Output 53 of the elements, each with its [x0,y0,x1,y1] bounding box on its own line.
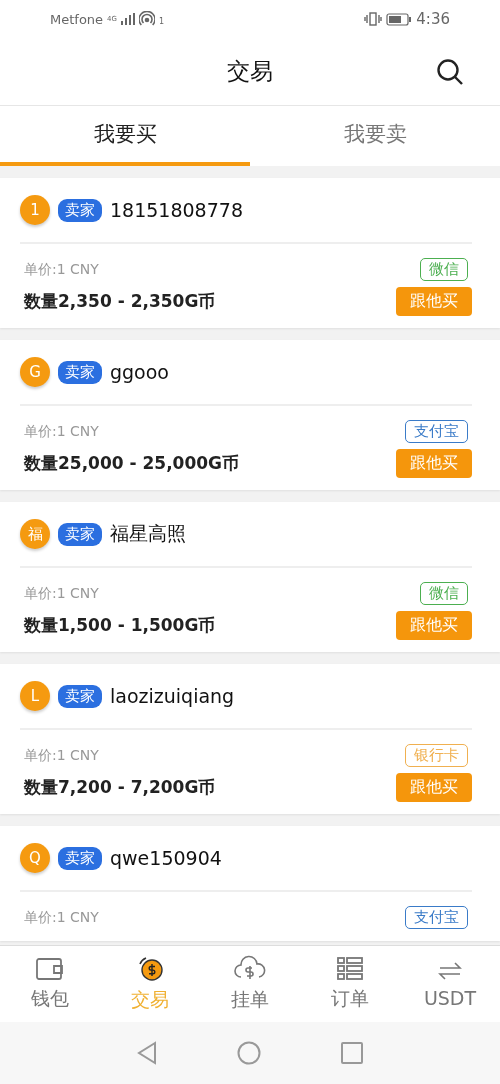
hotspot-icon [139,11,155,27]
signal-icon [121,13,135,25]
seller-name: qwe150904 [110,847,222,869]
seller-name: 福星高照 [110,521,186,546]
unit-price: 单价:1 CNY [24,422,100,441]
payment-tag: 支付宝 [405,420,468,443]
seller-badge: 卖家 [58,522,102,546]
avatar: 1 [20,195,50,225]
avatar: L [20,681,50,711]
recents-icon[interactable] [341,1042,363,1064]
carrier-name: Metfone [50,11,104,27]
avatar: Q [20,843,50,873]
hotspot-count: 1 [159,17,165,26]
payment-tag: 银行卡 [405,744,468,767]
home-icon[interactable] [237,1041,261,1065]
avatar: G [20,357,50,387]
seller-badge: 卖家 [58,684,102,708]
buy-button[interactable]: 跟他买 [396,611,472,640]
seller-name: 18151808778 [110,199,243,221]
nav-tab[interactable]: 钱包 [0,946,100,1022]
quantity-range: 数量7,200 - 7,200G币 [24,776,217,799]
avatar: 福 [20,519,50,549]
page-title: 交易 [227,57,273,86]
payment-tag: 微信 [420,582,468,605]
wallet-icon [35,956,65,982]
seller-badge: 卖家 [58,198,102,222]
seller-name: ggooo [110,361,169,383]
unit-price: 单价:1 CNY [24,908,100,927]
nav-tab[interactable]: 订单 [300,946,400,1022]
seller-badge: 卖家 [58,360,102,384]
quantity-range: 数量25,000 - 25,000G币 [24,452,241,475]
seller-name: laozizuiqiang [110,685,235,707]
tab[interactable]: 我要买 [0,106,250,166]
clock-time: 4:36 [416,10,450,28]
vibrate-icon [364,12,383,26]
nav-tab[interactable]: USDT [400,946,500,1022]
quantity-range: 数量1,500 - 1,500G币 [24,614,217,637]
unit-price: 单价:1 CNY [24,584,100,603]
quantity-range: 数量2,350 - 2,350G币 [24,290,217,313]
buy-button[interactable]: 跟他买 [396,449,472,478]
payment-tag: 微信 [420,258,468,281]
battery-icon [386,12,413,26]
buy-button[interactable]: 跟他买 [396,287,472,316]
unit-price: 单价:1 CNY [24,260,100,279]
payment-tag: 支付宝 [405,906,468,929]
tab[interactable]: 我要卖 [250,106,500,166]
seller-badge: 卖家 [58,846,102,870]
list-icon [336,956,364,982]
buy-button[interactable]: 跟他买 [396,773,472,802]
search-icon[interactable] [436,58,464,86]
back-icon[interactable] [137,1041,157,1065]
unit-price: 单价:1 CNY [24,746,100,765]
nav-tab[interactable]: 挂单 [200,946,300,1022]
